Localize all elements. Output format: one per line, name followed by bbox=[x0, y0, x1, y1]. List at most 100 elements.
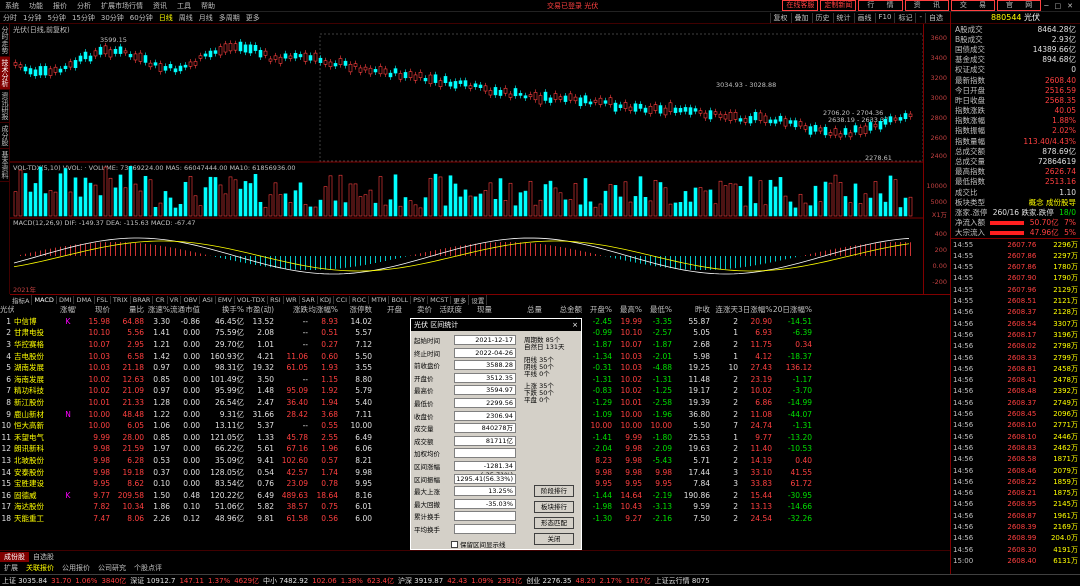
sidetab-technical[interactable]: 技术分析 bbox=[0, 57, 10, 90]
column-header[interactable]: 最低% bbox=[642, 304, 672, 315]
indicator-tab[interactable]: VOL-TDX bbox=[235, 295, 269, 304]
subtab-company[interactable]: 公司研究 bbox=[94, 563, 130, 573]
menu-ext-market[interactable]: 扩展市场行情 bbox=[96, 1, 148, 11]
subtab-comment[interactable]: 个股点评 bbox=[130, 563, 166, 573]
column-header[interactable]: 市盈(动) bbox=[244, 304, 274, 315]
column-header[interactable]: 涨跌 bbox=[274, 304, 308, 315]
indicator-tab[interactable]: WR bbox=[284, 295, 300, 304]
indicator-tab[interactable]: FSL bbox=[95, 295, 111, 304]
period-5min[interactable]: 5分钟 bbox=[44, 13, 68, 23]
column-header[interactable]: 涨幅% bbox=[60, 304, 76, 315]
period-intraday[interactable]: 分时 bbox=[0, 13, 20, 23]
tool-minus[interactable]: - bbox=[915, 12, 925, 23]
minimize-icon[interactable]: ─ bbox=[1041, 2, 1051, 10]
subtab-related[interactable]: 关联报价 bbox=[22, 563, 58, 573]
indicator-tab[interactable]: TRIX bbox=[111, 295, 131, 304]
indicator-tab[interactable]: KDJ bbox=[318, 295, 335, 304]
period-multi[interactable]: 多周期 bbox=[216, 13, 243, 23]
period-weekly[interactable]: 周线 bbox=[176, 13, 196, 23]
subtab-public[interactable]: 公用报价 bbox=[58, 563, 94, 573]
indicator-tab[interactable]: OBV bbox=[181, 295, 201, 304]
tool-stats[interactable]: 统计 bbox=[832, 12, 854, 23]
column-header[interactable]: 均涨幅% bbox=[308, 304, 338, 315]
column-header[interactable]: 总金额 bbox=[542, 304, 583, 315]
indicator-tab[interactable]: BRAR bbox=[131, 295, 154, 304]
indicator-tab[interactable]: BOLL bbox=[389, 295, 412, 304]
tab-constituents[interactable]: 成份股 bbox=[0, 551, 29, 562]
dialog-field-value[interactable]: 2022-04-26 bbox=[454, 347, 516, 358]
menu-function[interactable]: 功能 bbox=[24, 1, 48, 11]
tool-f10[interactable]: F10 bbox=[874, 12, 895, 23]
tab-watchlist[interactable]: 自选股 bbox=[29, 552, 58, 562]
menu-quote[interactable]: 报价 bbox=[48, 1, 72, 11]
menu-system[interactable]: 系统 bbox=[0, 1, 24, 11]
column-header[interactable]: 20日涨幅% bbox=[772, 304, 812, 315]
period-60min[interactable]: 60分钟 bbox=[127, 13, 156, 23]
indicator-tab[interactable]: 更多 bbox=[451, 294, 470, 305]
period-more[interactable]: 更多 bbox=[243, 13, 263, 23]
column-header[interactable]: 现价 bbox=[76, 304, 110, 315]
online-service-button[interactable]: 在线客服 bbox=[782, 0, 819, 11]
official-site-button[interactable]: 官 网 bbox=[997, 0, 1042, 11]
period-15min[interactable]: 15分钟 bbox=[69, 13, 98, 23]
close-icon[interactable]: ✕ bbox=[1064, 2, 1076, 10]
stage-rank-button[interactable]: 阶段排行 bbox=[534, 485, 574, 497]
column-header[interactable]: 连涨天 bbox=[710, 304, 739, 315]
dialog-field-value[interactable]: 2021-12-17 bbox=[454, 335, 516, 345]
close-button[interactable]: 关闭 bbox=[534, 533, 574, 545]
column-header[interactable]: 涨速% bbox=[144, 304, 170, 315]
indicator-tab[interactable]: 设置 bbox=[469, 294, 488, 305]
column-header[interactable]: 活跃度 bbox=[432, 304, 463, 315]
tool-mark[interactable]: 标记 bbox=[894, 12, 915, 23]
indicator-tab[interactable]: RSI bbox=[268, 295, 284, 304]
indicator-tab[interactable]: CCI bbox=[334, 295, 351, 304]
indicator-tab[interactable]: ASI bbox=[200, 295, 216, 304]
quote-button[interactable]: 行 情 bbox=[858, 0, 903, 11]
column-header[interactable]: 开盘% bbox=[582, 304, 612, 315]
column-header[interactable]: 最高% bbox=[612, 304, 642, 315]
column-header[interactable]: 3日涨幅% bbox=[738, 304, 772, 315]
subtab-ext[interactable]: 扩展 bbox=[0, 563, 22, 573]
indicator-tab[interactable]: DMI bbox=[57, 295, 75, 304]
pattern-match-button[interactable]: 形态匹配 bbox=[534, 517, 574, 529]
indicator-tab[interactable]: EMV bbox=[216, 295, 235, 304]
tool-watchlist[interactable]: 自选 bbox=[925, 12, 946, 23]
indicator-tab[interactable]: PSY bbox=[411, 295, 429, 304]
column-header[interactable]: 换手% bbox=[200, 304, 244, 315]
sidetab-constituents[interactable]: 成分股 bbox=[0, 123, 10, 149]
column-header[interactable]: 总量 bbox=[492, 304, 542, 315]
sector-rank-button[interactable]: 板块排行 bbox=[534, 501, 574, 513]
column-header[interactable]: 涨停数 bbox=[338, 304, 373, 315]
sidetab-fundamentals[interactable]: 基本资料 bbox=[0, 149, 10, 182]
sidetab-research[interactable]: 资讯研报 bbox=[0, 90, 10, 123]
indicator-tab[interactable]: MACD bbox=[32, 295, 57, 304]
indicator-tab[interactable]: DMA bbox=[74, 295, 95, 304]
menu-help[interactable]: 帮助 bbox=[196, 1, 220, 11]
indicator-tab[interactable]: CR bbox=[153, 295, 168, 304]
indicator-tab[interactable]: ROC bbox=[350, 295, 370, 304]
column-header[interactable]: 流通市值 bbox=[170, 304, 200, 315]
period-1min[interactable]: 1分钟 bbox=[20, 13, 44, 23]
period-daily[interactable]: 日线 bbox=[156, 13, 176, 23]
indicator-tab[interactable]: 指标A bbox=[10, 294, 33, 305]
tool-draw[interactable]: 画线 bbox=[853, 12, 875, 23]
dialog-close-icon[interactable]: × bbox=[572, 321, 578, 329]
maximize-icon[interactable]: □ bbox=[1052, 2, 1065, 10]
indicator-tab[interactable]: MTM bbox=[369, 295, 390, 304]
menu-news[interactable]: 资讯 bbox=[148, 1, 172, 11]
column-header[interactable]: 开盘 bbox=[372, 304, 402, 315]
menu-tools[interactable]: 工具 bbox=[172, 1, 196, 11]
keep-lines-checkbox[interactable]: 保留区间显示线 bbox=[451, 539, 506, 549]
period-30min[interactable]: 30分钟 bbox=[98, 13, 127, 23]
sidetab-intraday[interactable]: 分时走势 bbox=[0, 24, 10, 57]
column-header[interactable]: 量比 bbox=[110, 304, 144, 315]
tool-adjust[interactable]: 复权 bbox=[769, 12, 791, 23]
period-monthly[interactable]: 月线 bbox=[196, 13, 216, 23]
column-header[interactable]: 现量 bbox=[462, 304, 492, 315]
menu-analysis[interactable]: 分析 bbox=[72, 1, 96, 11]
tool-overlay[interactable]: 叠加 bbox=[790, 12, 812, 23]
indicator-tab[interactable]: SAR bbox=[300, 295, 318, 304]
column-header[interactable]: 昨收 bbox=[672, 304, 710, 315]
info-button[interactable]: 资 讯 bbox=[904, 0, 949, 11]
custom-news-button[interactable]: 定制新闻 bbox=[820, 0, 857, 11]
